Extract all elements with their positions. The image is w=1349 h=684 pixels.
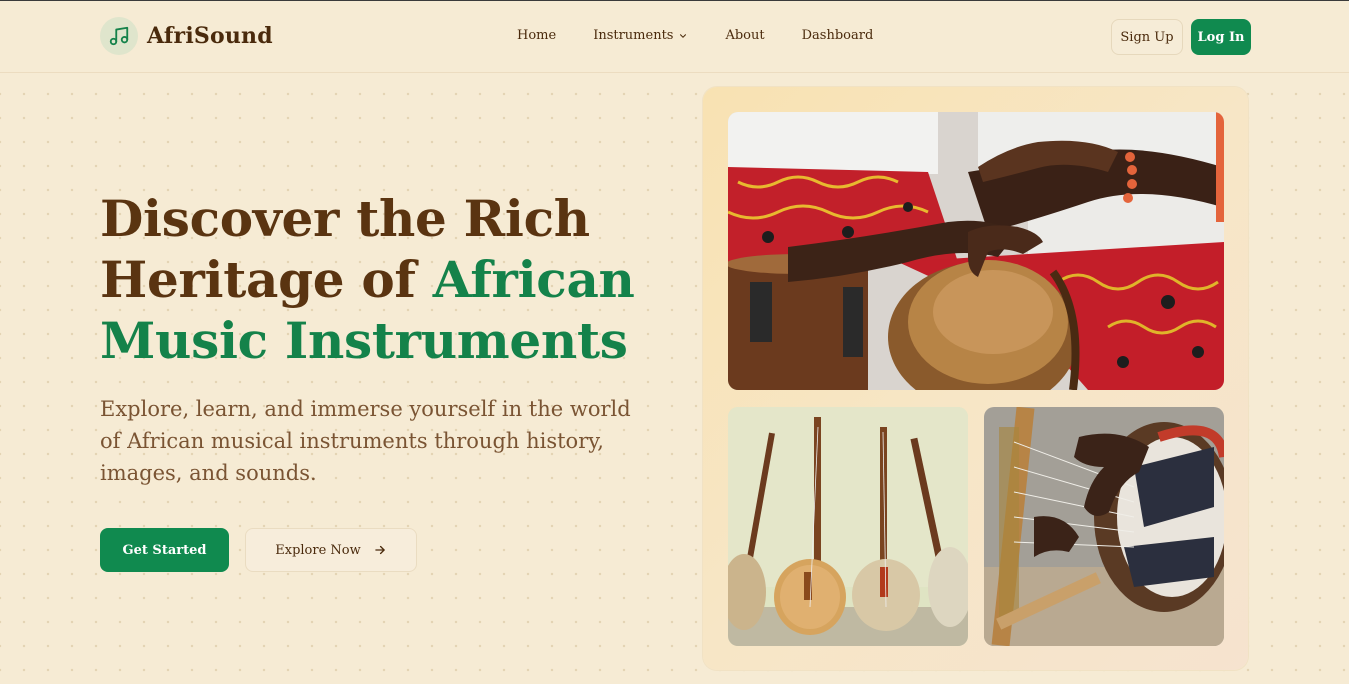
nav-instruments[interactable]: Instruments [593, 28, 688, 43]
hero-title: Discover the Rich Heritage of African Mu… [100, 188, 660, 371]
music-note-icon [100, 17, 138, 55]
nav-about[interactable]: About [725, 28, 764, 43]
main-nav: Home Instruments About Dashboard [517, 28, 873, 43]
nav-about-label: About [725, 28, 765, 43]
nav-home-label: Home [517, 28, 557, 43]
drummers-photo [728, 112, 1224, 390]
get-started-button[interactable]: Get Started [100, 528, 229, 572]
site-header: AfriSound Home Instruments About Dashboa… [0, 1, 1349, 73]
instrument-gallery [703, 87, 1248, 670]
brand-logo[interactable]: AfriSound [100, 17, 273, 55]
sign-up-button[interactable]: Sign Up [1111, 19, 1183, 55]
explore-now-button[interactable]: Explore Now [245, 528, 417, 572]
nav-dashboard-label: Dashboard [801, 28, 874, 43]
nav-instruments-label: Instruments [593, 28, 674, 43]
kora-player-photo [984, 407, 1224, 646]
arrow-right-icon [373, 543, 387, 557]
brand-name: AfriSound [147, 23, 273, 49]
koras-photo [728, 407, 968, 646]
chevron-down-icon [678, 31, 688, 41]
log-in-button[interactable]: Log In [1191, 19, 1251, 55]
nav-dashboard[interactable]: Dashboard [802, 28, 874, 43]
nav-home[interactable]: Home [517, 28, 556, 43]
get-started-label: Get Started [122, 542, 207, 558]
hero-subtitle: Explore, learn, and immerse yourself in … [100, 397, 631, 485]
explore-now-label: Explore Now [275, 542, 361, 558]
